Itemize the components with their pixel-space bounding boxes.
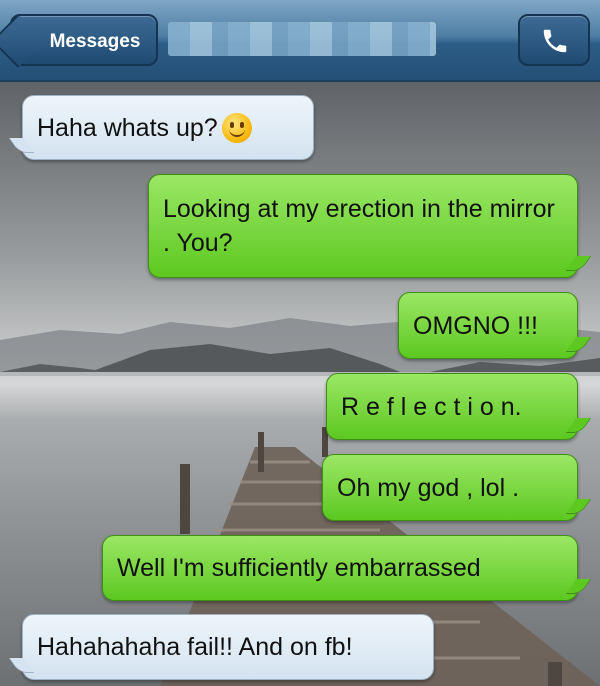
- message-bubble-outgoing[interactable]: R e f l e c t i o n.: [326, 373, 578, 440]
- message-text: Hahahahaha fail!! And on fb!: [37, 633, 353, 661]
- message-text: Looking at my erection in the mirror . Y…: [163, 195, 555, 257]
- message-bubble-outgoing[interactable]: Well I'm sufficiently embarrassed: [102, 535, 578, 601]
- message-bubble-incoming[interactable]: Haha whats up?: [22, 95, 314, 160]
- message-text: Haha whats up?: [37, 113, 218, 142]
- smiley-emoji-icon: [221, 112, 252, 143]
- message-bubble-outgoing[interactable]: OMGNO !!!: [398, 292, 578, 359]
- navigation-bar: Messages: [0, 0, 600, 82]
- back-button-label: Messages: [49, 31, 141, 52]
- contact-name-blurred: [168, 22, 436, 56]
- message-text: Oh my god , lol .: [337, 473, 520, 502]
- message-bubble-outgoing[interactable]: Looking at my erection in the mirror . Y…: [148, 174, 578, 278]
- phone-icon: [543, 29, 567, 53]
- message-text: Well I'm sufficiently embarrassed: [117, 554, 481, 582]
- call-button[interactable]: [518, 14, 590, 66]
- message-bubble-incoming[interactable]: Hahahahaha fail!! And on fb!: [22, 614, 434, 680]
- messages-back-button[interactable]: Messages: [10, 14, 158, 66]
- message-text: R e f l e c t i o n.: [341, 392, 522, 421]
- message-bubble-outgoing[interactable]: Oh my god , lol .: [322, 454, 578, 521]
- message-text: OMGNO !!!: [413, 311, 538, 340]
